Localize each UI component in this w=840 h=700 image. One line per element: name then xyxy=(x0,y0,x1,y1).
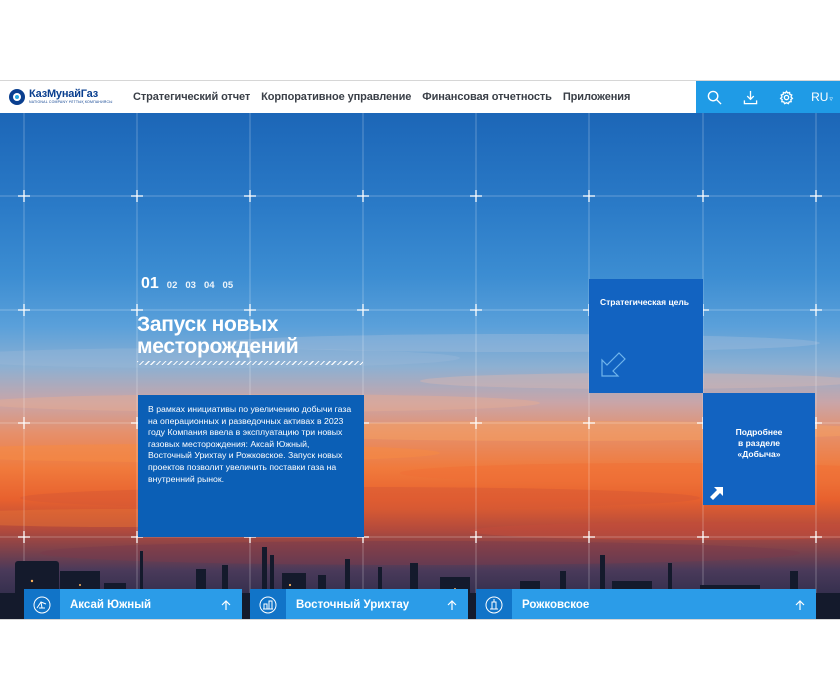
page-title: Запуск новых месторождений xyxy=(137,314,367,358)
nav-item-appendices[interactable]: Приложения xyxy=(563,91,631,103)
field-tab-aksai[interactable]: Аксай Южный xyxy=(24,589,242,619)
step-01[interactable]: 01 xyxy=(141,275,159,293)
page-title-line-2: месторождений xyxy=(137,335,299,358)
hero-section: 01 02 03 04 05 Запуск новых месторождени… xyxy=(0,113,840,619)
field-name-aksai: Аксай Южный xyxy=(70,599,152,611)
logo-subtitle: NATIONAL COMPANY ҰЛТТЫҚ КОМПАНИЯСЫ xyxy=(29,100,113,105)
chevron-down-icon: ▿ xyxy=(829,96,833,103)
description-box: В рамках инициативы по увеличению добычи… xyxy=(138,395,364,537)
strategic-goal-card[interactable]: Стратегическая цель xyxy=(589,279,703,393)
arrow-up-icon xyxy=(790,599,810,611)
page-title-line-1: Запуск новых xyxy=(137,313,279,336)
logo-name: КазМунайГаз xyxy=(29,88,98,101)
gas-facility-icon xyxy=(250,589,286,619)
step-02[interactable]: 02 xyxy=(167,280,178,291)
arrow-up-icon xyxy=(442,599,462,611)
more-label: Подробнее в разделе «Добыча» xyxy=(735,426,783,459)
company-logo[interactable]: КазМунайГаз NATIONAL COMPANY ҰЛТТЫҚ КОМП… xyxy=(9,88,113,106)
download-icon xyxy=(743,90,757,104)
field-tab-vostochny-urikhtau[interactable]: Восточный Урихтау xyxy=(250,589,468,619)
pumpjack-icon xyxy=(24,589,60,619)
toolbar: RU▿ xyxy=(696,81,840,113)
download-button[interactable] xyxy=(732,81,768,113)
field-name-vostochny-urikhtau: Восточный Урихтау xyxy=(296,599,410,611)
main-nav: Стратегический отчет Корпоративное управ… xyxy=(133,81,641,113)
language-select[interactable]: RU▿ xyxy=(804,81,840,113)
title-underline-decoration xyxy=(137,361,363,365)
report-page: КазМунайГаз NATIONAL COMPANY ҰЛТТЫҚ КОМП… xyxy=(0,80,840,620)
more-in-production-link[interactable]: Подробнее в разделе «Добыча» xyxy=(703,393,815,505)
step-04[interactable]: 04 xyxy=(204,280,215,291)
top-header: КазМунайГаз NATIONAL COMPANY ҰЛТТЫҚ КОМП… xyxy=(0,81,840,113)
nav-item-corporate-governance[interactable]: Корпоративное управление xyxy=(261,91,411,103)
search-icon xyxy=(707,90,722,105)
settings-button[interactable] xyxy=(768,81,804,113)
field-tabs: Аксай Южный Восточный Урихтау Рожковское xyxy=(0,589,840,619)
arrow-down-left-icon xyxy=(601,352,626,377)
logo-mark-icon xyxy=(9,89,25,105)
gear-icon xyxy=(779,89,793,104)
gas-well-icon xyxy=(476,589,512,619)
nav-item-strategic-report[interactable]: Стратегический отчет xyxy=(133,91,250,103)
arrow-up-icon xyxy=(216,599,236,611)
search-button[interactable] xyxy=(696,81,732,113)
field-name-rozhkovskoe: Рожковское xyxy=(522,599,590,611)
arrow-up-right-icon xyxy=(710,487,723,500)
step-05[interactable]: 05 xyxy=(223,280,234,291)
field-tab-rozhkovskoe[interactable]: Рожковское xyxy=(476,589,816,619)
language-label: RU▿ xyxy=(811,90,833,104)
strategic-goal-label: Стратегическая цель xyxy=(600,297,690,307)
slide-pagination: 01 02 03 04 05 xyxy=(141,275,241,293)
step-03[interactable]: 03 xyxy=(185,280,196,291)
nav-item-financial-statements[interactable]: Финансовая отчетность xyxy=(422,91,552,103)
description-text: В рамках инициативы по увеличению добычи… xyxy=(148,404,352,484)
